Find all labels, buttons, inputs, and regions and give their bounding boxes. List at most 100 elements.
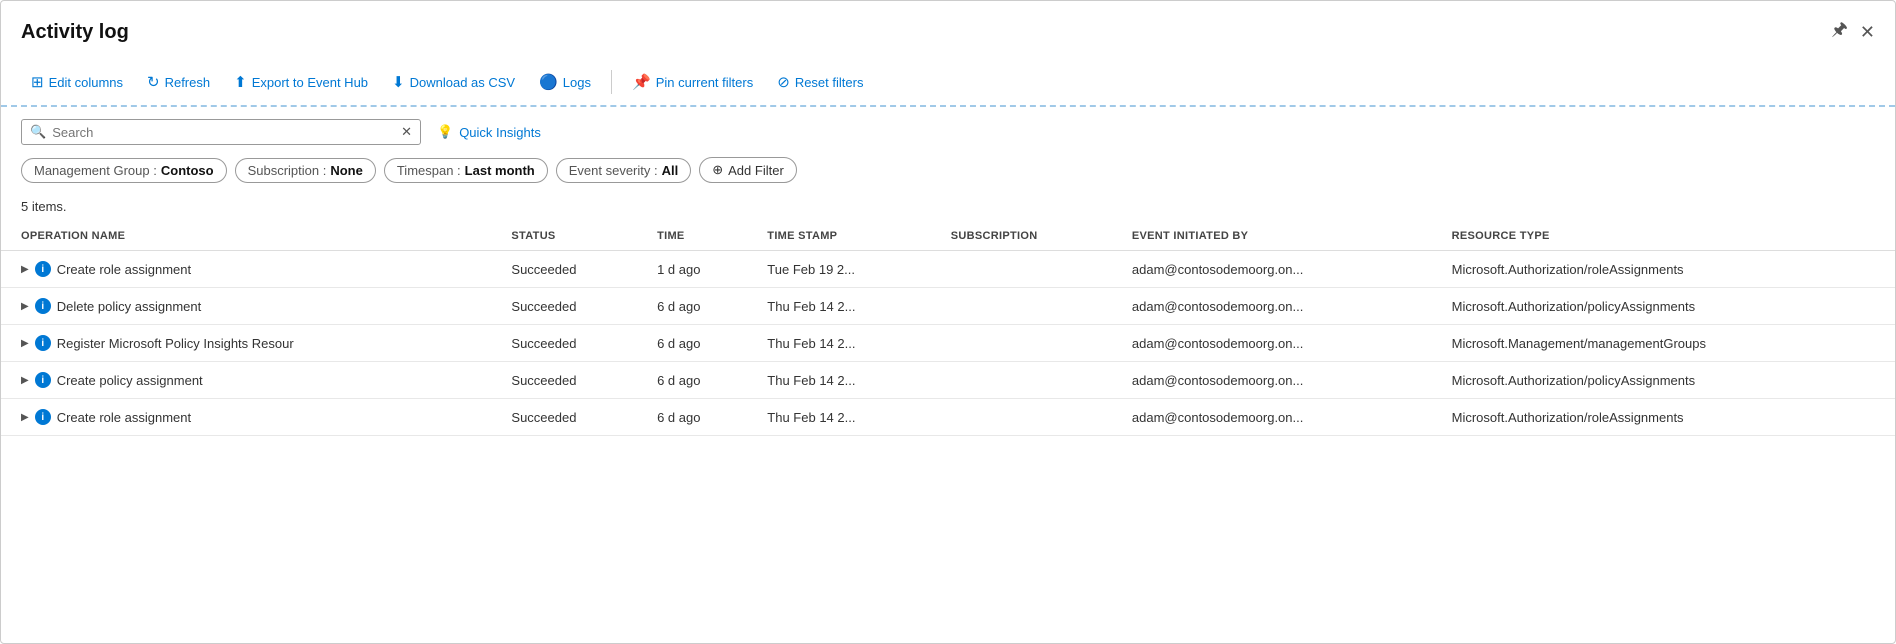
cell-resource-type: Microsoft.Authorization/policyAssignment…	[1440, 362, 1895, 399]
info-icon: i	[35, 298, 51, 314]
pin-filters-button[interactable]: 📌 Pin current filters	[622, 67, 763, 97]
col-event-initiated-by: EVENT INITIATED BY	[1120, 222, 1440, 251]
quick-insights-icon: 💡	[437, 124, 453, 140]
cell-event-initiated-by: adam@contosodemoorg.on...	[1120, 399, 1440, 436]
page-title: Activity log	[21, 21, 129, 44]
filter-chips: Management Group : Contoso Subscription …	[21, 157, 1875, 183]
cell-subscription	[939, 399, 1120, 436]
table-row[interactable]: ▶ i Create role assignment Succeeded6 d …	[1, 399, 1895, 436]
cell-time: 6 d ago	[645, 362, 755, 399]
cell-resource-type: Microsoft.Authorization/policyAssignment…	[1440, 288, 1895, 325]
row-expand-icon[interactable]: ▶	[21, 375, 29, 386]
table-row[interactable]: ▶ i Register Microsoft Policy Insights R…	[1, 325, 1895, 362]
cell-operation-name: ▶ i Create policy assignment	[1, 362, 499, 399]
quick-insights-label: Quick Insights	[459, 125, 541, 140]
subscription-filter[interactable]: Subscription : None	[235, 158, 376, 183]
refresh-label: Refresh	[165, 75, 211, 90]
toolbar: ⊞ Edit columns ↻ Refresh ⬆ Export to Eve…	[1, 59, 1895, 107]
pin-filters-icon: 📌	[632, 73, 651, 91]
col-time-stamp: TIME STAMP	[755, 222, 938, 251]
title-bar: Activity log 🖈 ✕	[1, 1, 1895, 59]
reset-filters-button[interactable]: ⊘ Reset filters	[767, 67, 873, 97]
cell-subscription	[939, 325, 1120, 362]
management-group-filter[interactable]: Management Group : Contoso	[21, 158, 227, 183]
add-filter-button[interactable]: ⊕ Add Filter	[699, 157, 797, 183]
timespan-filter-value: Last month	[465, 163, 535, 178]
search-filter-area: 🔍 ✕ 💡 Quick Insights Management Group : …	[1, 107, 1895, 191]
management-group-filter-label: Management Group :	[34, 163, 157, 178]
export-icon: ⬆	[234, 73, 247, 91]
cell-subscription	[939, 288, 1120, 325]
cell-event-initiated-by: adam@contosodemoorg.on...	[1120, 325, 1440, 362]
table-row[interactable]: ▶ i Create role assignment Succeeded1 d …	[1, 251, 1895, 288]
cell-time-stamp: Thu Feb 14 2...	[755, 399, 938, 436]
toolbar-separator	[611, 70, 612, 94]
operation-name-text: Create policy assignment	[57, 373, 203, 388]
refresh-button[interactable]: ↻ Refresh	[137, 67, 220, 97]
cell-operation-name: ▶ i Register Microsoft Policy Insights R…	[1, 325, 499, 362]
quick-insights-button[interactable]: 💡 Quick Insights	[437, 124, 541, 140]
cell-operation-name: ▶ i Delete policy assignment	[1, 288, 499, 325]
activity-log-table: OPERATION NAME STATUS TIME TIME STAMP SU…	[1, 222, 1895, 436]
logs-button[interactable]: 🔵 Logs	[529, 67, 601, 97]
table-row[interactable]: ▶ i Delete policy assignment Succeeded6 …	[1, 288, 1895, 325]
cell-time-stamp: Thu Feb 14 2...	[755, 288, 938, 325]
search-input[interactable]	[52, 125, 395, 140]
cell-status: Succeeded	[499, 251, 645, 288]
operation-name-text: Register Microsoft Policy Insights Resou…	[57, 336, 294, 351]
cell-subscription	[939, 251, 1120, 288]
info-icon: i	[35, 372, 51, 388]
cell-operation-name: ▶ i Create role assignment	[1, 399, 499, 436]
cell-event-initiated-by: adam@contosodemoorg.on...	[1120, 362, 1440, 399]
close-window-icon[interactable]: ✕	[1860, 22, 1875, 43]
add-filter-label: Add Filter	[728, 163, 784, 178]
download-csv-button[interactable]: ⬇ Download as CSV	[382, 67, 525, 97]
cell-status: Succeeded	[499, 288, 645, 325]
cell-event-initiated-by: adam@contosodemoorg.on...	[1120, 251, 1440, 288]
pin-window-icon[interactable]: 🖈	[1831, 17, 1848, 47]
subscription-filter-label: Subscription :	[248, 163, 327, 178]
timespan-filter-label: Timespan :	[397, 163, 461, 178]
download-icon: ⬇	[392, 73, 405, 91]
table-row[interactable]: ▶ i Create policy assignment Succeeded6 …	[1, 362, 1895, 399]
export-event-hub-label: Export to Event Hub	[252, 75, 368, 90]
cell-time: 1 d ago	[645, 251, 755, 288]
management-group-filter-value: Contoso	[161, 163, 214, 178]
event-severity-filter-label: Event severity :	[569, 163, 658, 178]
download-csv-label: Download as CSV	[410, 75, 516, 90]
operation-name-text: Create role assignment	[57, 410, 191, 425]
cell-status: Succeeded	[499, 325, 645, 362]
col-operation-name: OPERATION NAME	[1, 222, 499, 251]
row-expand-icon[interactable]: ▶	[21, 301, 29, 312]
cell-time: 6 d ago	[645, 288, 755, 325]
search-row: 🔍 ✕ 💡 Quick Insights	[21, 119, 1875, 145]
cell-operation-name: ▶ i Create role assignment	[1, 251, 499, 288]
add-filter-icon: ⊕	[712, 162, 723, 178]
search-clear-icon[interactable]: ✕	[401, 124, 412, 140]
reset-filters-icon: ⊘	[777, 73, 790, 91]
cell-resource-type: Microsoft.Management/managementGroups	[1440, 325, 1895, 362]
export-event-hub-button[interactable]: ⬆ Export to Event Hub	[224, 67, 378, 97]
operation-name-text: Delete policy assignment	[57, 299, 202, 314]
cell-resource-type: Microsoft.Authorization/roleAssignments	[1440, 251, 1895, 288]
col-resource-type: RESOURCE TYPE	[1440, 222, 1895, 251]
search-box[interactable]: 🔍 ✕	[21, 119, 421, 145]
event-severity-filter[interactable]: Event severity : All	[556, 158, 692, 183]
edit-columns-button[interactable]: ⊞ Edit columns	[21, 67, 133, 97]
event-severity-filter-value: All	[662, 163, 679, 178]
row-expand-icon[interactable]: ▶	[21, 412, 29, 423]
refresh-icon: ↻	[147, 73, 160, 91]
title-bar-actions: 🖈 ✕	[1831, 17, 1875, 47]
edit-columns-icon: ⊞	[31, 73, 44, 91]
operation-name-text: Create role assignment	[57, 262, 191, 277]
reset-filters-label: Reset filters	[795, 75, 864, 90]
cell-time-stamp: Thu Feb 14 2...	[755, 325, 938, 362]
cell-event-initiated-by: adam@contosodemoorg.on...	[1120, 288, 1440, 325]
col-time: TIME	[645, 222, 755, 251]
timespan-filter[interactable]: Timespan : Last month	[384, 158, 548, 183]
row-expand-icon[interactable]: ▶	[21, 338, 29, 349]
cell-status: Succeeded	[499, 399, 645, 436]
cell-time: 6 d ago	[645, 325, 755, 362]
row-expand-icon[interactable]: ▶	[21, 264, 29, 275]
info-icon: i	[35, 335, 51, 351]
